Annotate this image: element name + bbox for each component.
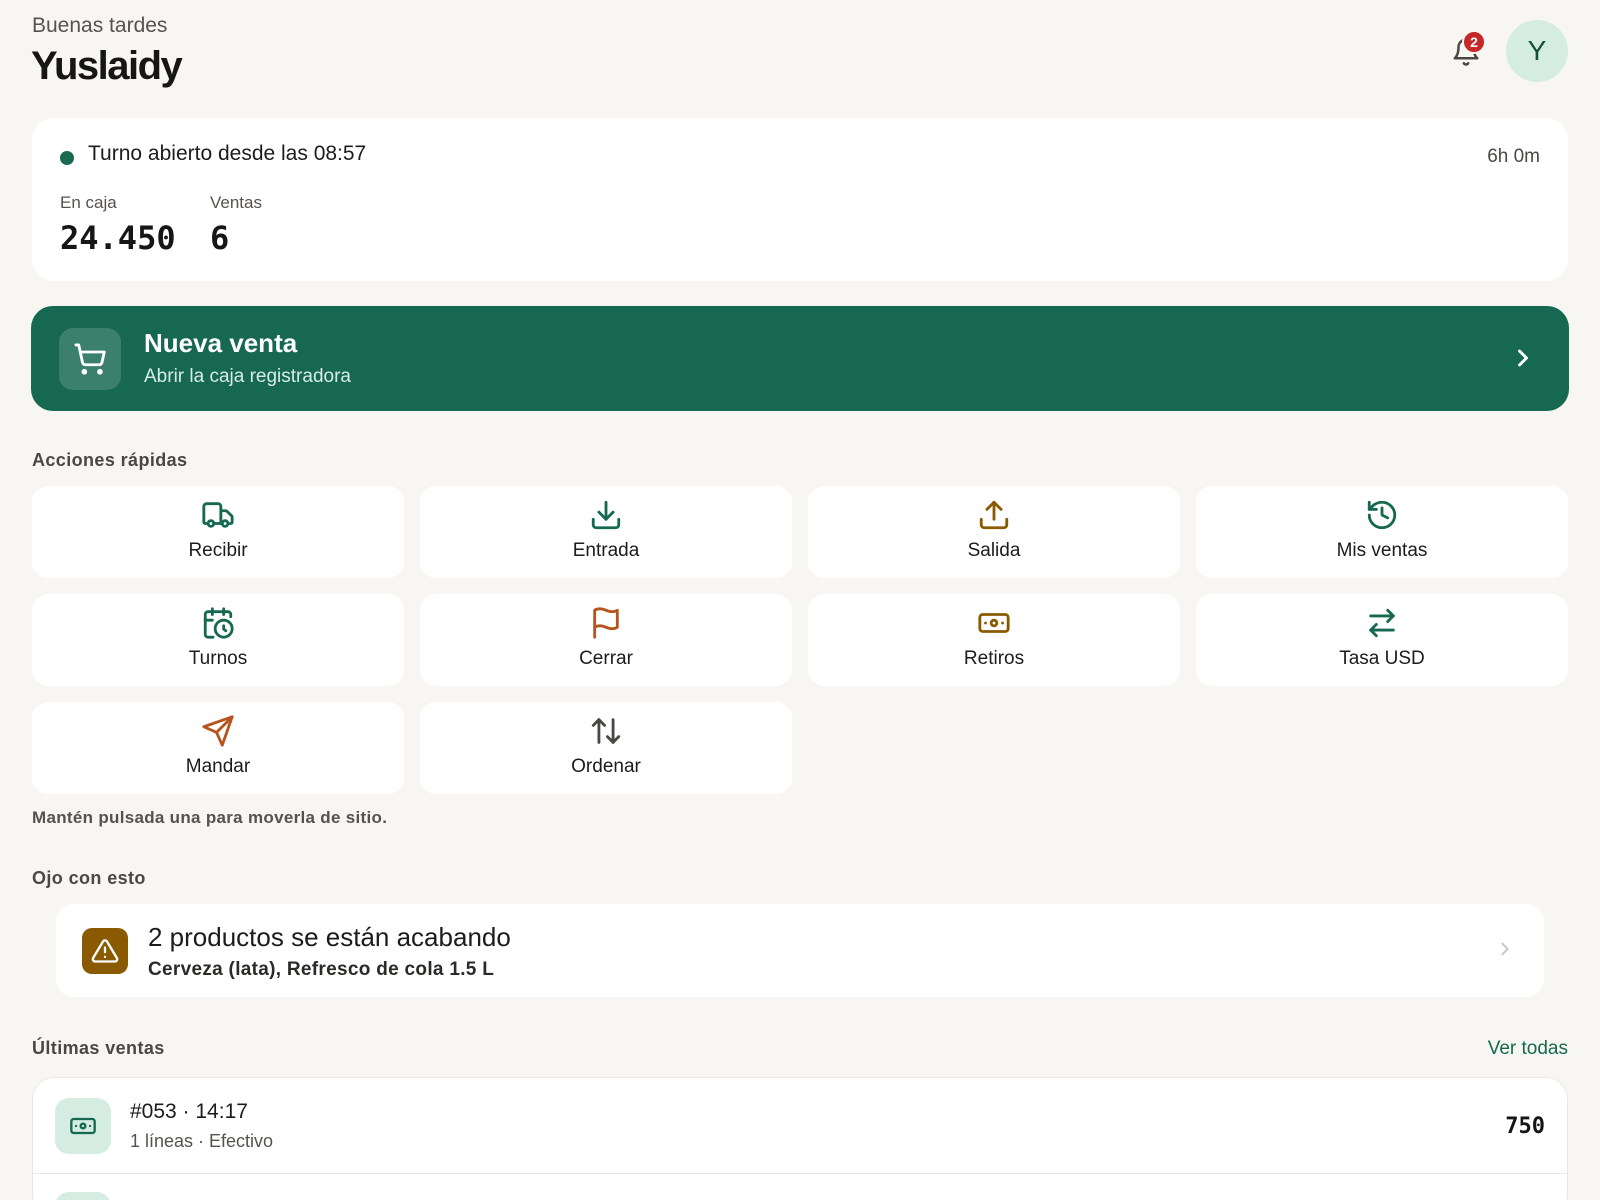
user-name: Yuslaidy [31,44,183,88]
quick-actions-title: Acciones rápidas [32,450,188,470]
alert-products: Cerveza (lata), Refresco de cola 1.5 L [148,959,495,980]
quick-action-salida[interactable]: Salida [808,486,1180,578]
quick-action-label: Mandar [185,756,251,777]
quick-action-label: Entrada [572,540,640,561]
quick-action-mis-ventas[interactable]: Mis ventas [1196,486,1568,578]
shift-duration: 6h 0m [1487,146,1540,167]
avatar[interactable]: Y [1506,20,1568,82]
shift-status: Turno abierto desde las 08:57 [88,142,367,165]
chevron-right-icon [1501,942,1509,956]
quick-action-entrada[interactable]: Entrada [420,486,792,578]
low-stock-alert[interactable]: 2 productos se están acabando Cerveza (l… [56,904,1544,997]
quick-action-turnos[interactable]: Turnos [32,594,404,686]
quick-action-label: Tasa USD [1339,648,1425,669]
cash-value: 24.450 [60,219,176,257]
sales-label: Ventas [210,193,262,212]
alerts-title: Ojo con esto [32,868,146,888]
banknote-icon [978,613,1010,633]
sales-stat: Ventas 6 [210,193,262,257]
flag-icon [593,607,619,639]
history-icon [1367,500,1397,530]
shift-card: Turno abierto desde las 08:57 6h 0m En c… [32,118,1568,281]
quick-action-mandar[interactable]: Mandar [32,702,404,794]
sort-arrows-icon [591,718,621,744]
calendar-clock-icon [203,607,234,639]
warning-icon [91,939,119,963]
sales-value: 6 [210,219,230,257]
alert-title: 2 productos se están acabando [148,922,511,952]
send-icon [202,715,234,747]
download-icon [591,500,621,530]
cart-icon-box [59,328,121,390]
new-sale-title: Nueva venta [144,328,298,358]
truck-icon [202,502,234,528]
notification-badge: 2 [1462,30,1486,54]
recent-sales-list: #053 · 14:17 1 líneas · Efectivo 750 [32,1077,1568,1200]
cart-icon [74,343,106,375]
greeting: Buenas tardes [32,14,168,37]
upload-icon [979,500,1009,530]
new-sale-button[interactable]: Nueva venta Abrir la caja registradora [31,306,1569,411]
quick-action-label: Turnos [188,648,248,669]
status-dot [60,151,74,165]
quick-action-label: Retiros [963,648,1025,669]
cash-label: En caja [60,193,117,212]
quick-action-label: Mis ventas [1336,540,1428,561]
reorder-hint: Mantén pulsada una para moverla de sitio… [32,808,388,827]
warning-icon-box [82,928,128,974]
quick-action-ordenar[interactable]: Ordenar [420,702,792,794]
quick-action-label: Salida [967,540,1021,561]
sale-total: 750 [1505,1114,1545,1139]
sale-meta: 1 líneas · Efectivo [130,1131,274,1151]
chevron-right-icon [1518,349,1528,367]
cash-stat: En caja 24.450 [60,193,176,257]
recent-sales-title: Últimas ventas [32,1038,165,1058]
banknote-icon [70,1117,96,1135]
quick-action-label: Recibir [188,540,248,561]
quick-action-cerrar[interactable]: Cerrar [420,594,792,686]
sale-icon-box-partial [55,1192,111,1200]
exchange-icon [1369,608,1395,638]
quick-action-tasa-usd[interactable]: Tasa USD [1196,594,1568,686]
quick-action-retiros[interactable]: Retiros [808,594,1180,686]
sale-id-time: #053 · 14:17 [130,1100,248,1123]
sale-row[interactable]: #053 · 14:17 1 líneas · Efectivo 750 [33,1078,1567,1174]
quick-action-recibir[interactable]: Recibir [32,486,404,578]
new-sale-subtitle: Abrir la caja registradora [144,366,351,387]
see-all-link[interactable]: Ver todas [1488,1038,1568,1060]
quick-action-label: Ordenar [571,756,641,777]
cash-payment-icon-box [55,1098,111,1154]
quick-action-label: Cerrar [579,648,633,669]
